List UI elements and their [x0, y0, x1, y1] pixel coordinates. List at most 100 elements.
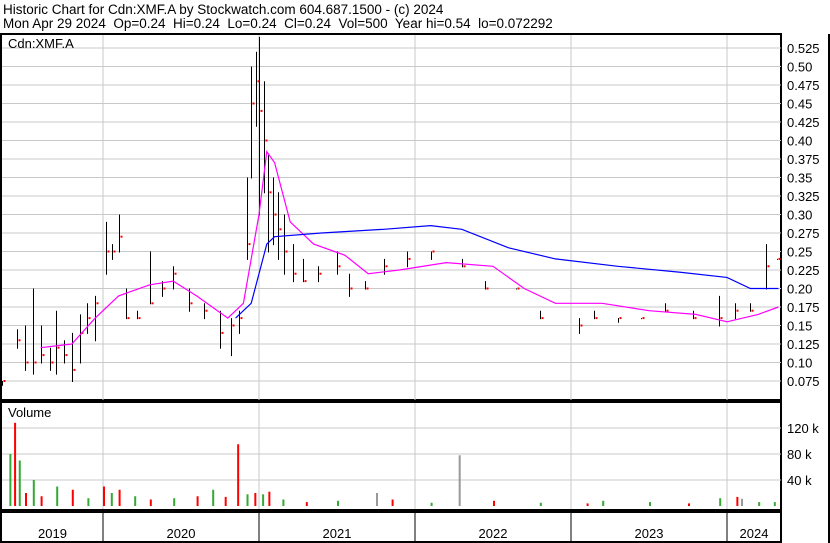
year-label: 2019 — [38, 526, 67, 541]
volume-tick-label: 80 k — [787, 447, 812, 462]
close-tick — [42, 354, 45, 357]
price-tick-label: 0.175 — [787, 300, 820, 315]
close-tick — [163, 287, 166, 290]
close-tick — [96, 302, 99, 305]
close-tick — [51, 361, 54, 364]
year-label: 2022 — [479, 526, 508, 541]
close-tick — [248, 243, 251, 246]
close-tick — [304, 280, 307, 283]
volume-tick-label: 40 k — [787, 473, 812, 488]
volume-bar — [246, 494, 249, 506]
close-tick — [619, 317, 622, 320]
close-tick — [260, 109, 263, 112]
volume-bar — [56, 486, 59, 506]
close-tick — [174, 272, 177, 275]
volume-bar — [337, 500, 339, 506]
close-tick — [720, 317, 723, 320]
volume-bar — [719, 498, 722, 506]
volume-panel-frame — [0, 401, 782, 511]
volume-bar — [149, 499, 152, 506]
close-tick — [751, 309, 754, 312]
volume-bar — [773, 502, 776, 506]
volume-bar — [758, 502, 761, 506]
close-tick — [642, 317, 645, 320]
price-tick-label: 0.375 — [787, 152, 820, 167]
price-tick-label: 0.25 — [787, 245, 812, 260]
price-tick-label: 0.20 — [787, 282, 812, 297]
volume-bar — [254, 493, 257, 506]
close-tick — [666, 309, 669, 312]
volume-bar — [539, 502, 542, 506]
moving-average-short — [40, 149, 779, 349]
close-tick — [88, 317, 91, 320]
close-tick — [265, 139, 268, 142]
price-panel-frame — [0, 33, 782, 401]
price-tick-label: 0.325 — [787, 189, 820, 204]
close-tick — [232, 324, 235, 327]
volume-bar — [196, 496, 199, 506]
volume-bar — [741, 498, 744, 506]
close-tick — [580, 324, 583, 327]
year-label: 2024 — [740, 526, 769, 541]
volume-bar — [282, 499, 285, 506]
year-label: 2020 — [167, 526, 196, 541]
volume-bar — [688, 503, 690, 506]
volume-bar — [237, 444, 240, 506]
close-tick — [3, 380, 6, 382]
volume-label: Volume — [8, 405, 51, 420]
close-tick — [252, 102, 255, 105]
close-tick — [190, 302, 193, 305]
close-tick — [26, 361, 29, 364]
close-tick — [221, 331, 224, 334]
close-tick — [408, 257, 411, 260]
price-tick-label: 0.45 — [787, 97, 812, 112]
volume-bar — [118, 489, 121, 506]
close-tick — [73, 368, 76, 371]
close-tick — [463, 265, 466, 268]
volume-bar — [212, 489, 215, 506]
close-tick — [778, 257, 781, 260]
volume-bar — [736, 496, 739, 506]
close-tick — [736, 309, 739, 312]
volume-tick-label: 120 k — [787, 421, 819, 436]
close-tick — [319, 272, 322, 275]
volume-bar — [40, 496, 43, 506]
close-tick — [107, 250, 110, 253]
volume-bar — [134, 496, 137, 506]
price-tick-label: 0.15 — [787, 319, 812, 334]
close-tick — [338, 265, 341, 268]
close-tick — [694, 317, 697, 320]
volume-bar — [110, 493, 113, 506]
close-tick — [120, 235, 123, 238]
price-tick-label: 0.275 — [787, 226, 820, 241]
year-label: 2023 — [635, 526, 664, 541]
close-tick — [285, 250, 288, 253]
close-tick — [18, 339, 21, 342]
volume-bar — [430, 502, 433, 506]
price-tick-label: 0.40 — [787, 134, 812, 149]
chart-container: Historic Chart for Cdn:XMF.A by Stockwat… — [0, 0, 830, 543]
close-tick — [486, 287, 489, 290]
close-tick — [350, 287, 353, 290]
close-tick — [385, 265, 388, 268]
close-tick — [138, 317, 141, 320]
volume-bar — [71, 489, 74, 506]
price-tick-label: 0.075 — [787, 374, 820, 389]
volume-bar — [32, 480, 35, 506]
close-tick — [151, 302, 154, 305]
price-tick-label: 0.10 — [787, 356, 812, 371]
price-tick-label: 0.475 — [787, 78, 820, 93]
close-tick — [113, 250, 116, 253]
price-tick-label: 0.225 — [787, 263, 820, 278]
volume-bar — [602, 500, 605, 506]
volume-bar — [103, 486, 105, 506]
volume-bar — [458, 455, 461, 506]
volume-bar — [25, 493, 27, 506]
close-tick — [541, 317, 544, 320]
close-tick — [274, 213, 277, 216]
close-tick — [240, 317, 243, 320]
close-tick — [366, 287, 369, 290]
year-label: 2021 — [323, 526, 352, 541]
close-tick — [127, 317, 130, 320]
volume-bar — [391, 499, 394, 506]
